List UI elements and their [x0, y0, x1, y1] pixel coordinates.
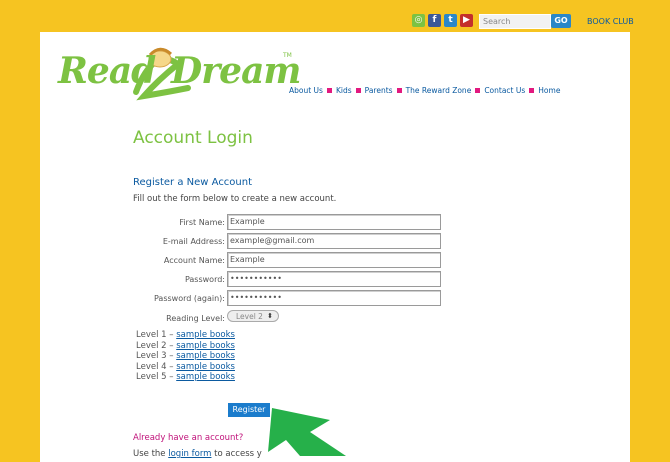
read-2-dream-logo[interactable]: Read Dream TM	[58, 42, 302, 102]
content-panel: Read Dream TM About Us Kids Parents The Rew…	[40, 32, 630, 462]
level-row: Level 2 – sample books	[136, 341, 235, 352]
level-label: Level 1 –	[136, 330, 177, 340]
password-again-row: Password (again): •••••••••••	[40, 290, 630, 306]
nav-separator	[475, 88, 481, 93]
password-label: Password:	[184, 275, 225, 284]
nav-separator	[529, 88, 535, 93]
sample-books-link[interactable]: sample books	[176, 362, 235, 372]
main-nav: About Us Kids Parents The Reward Zone Contac…	[289, 86, 560, 95]
sample-books-link[interactable]: sample books	[176, 372, 235, 382]
logo-trademark: TM	[283, 52, 292, 59]
first-name-label: First Name:	[179, 218, 225, 227]
reading-level-label: Reading Level:	[166, 314, 225, 323]
login-text-before: Use the	[133, 449, 169, 459]
page-title: Account Login	[133, 128, 253, 148]
login-text-after: to access y	[211, 449, 262, 459]
nav-item-home[interactable]: Home	[538, 86, 560, 95]
account-name-label: Account Name:	[163, 256, 225, 265]
form-description: Fill out the form below to create a new …	[133, 194, 337, 204]
top-bar: ◎ f t ▶ Search GO BOOK CLUB	[0, 0, 670, 32]
already-have-account-heading: Already have an account?	[133, 433, 244, 443]
password-field[interactable]: •••••••••••	[227, 271, 441, 287]
rss-icon[interactable]: ◎	[412, 14, 425, 27]
account-name-row: Account Name: Example	[40, 252, 630, 268]
login-form-link[interactable]: login form	[168, 449, 211, 459]
sample-books-link[interactable]: sample books	[176, 330, 235, 340]
password-row: Password: •••••••••••	[40, 271, 630, 287]
first-name-field[interactable]: Example	[227, 214, 441, 230]
account-name-field[interactable]: Example	[227, 252, 441, 268]
password-again-label: Password (again):	[153, 294, 225, 303]
level-row: Level 4 – sample books	[136, 362, 235, 373]
nav-item-parents[interactable]: Parents	[365, 86, 393, 95]
login-instruction: Use the login form to access y	[133, 449, 262, 459]
facebook-icon[interactable]: f	[428, 14, 441, 27]
nav-item-about-us[interactable]: About Us	[289, 86, 323, 95]
level-label: Level 5 –	[136, 372, 177, 382]
level-label: Level 4 –	[136, 361, 177, 372]
reading-level-select[interactable]: Level 2 ⬍	[227, 310, 279, 322]
youtube-icon[interactable]: ▶	[460, 14, 473, 27]
level-row: Level 3 – sample books	[136, 351, 235, 362]
nav-separator	[326, 88, 332, 93]
first-name-row: First Name: Example	[40, 214, 630, 230]
sample-books-link[interactable]: sample books	[176, 341, 235, 351]
level-samples-list: Level 1 – sample books Level 2 – sample b…	[136, 330, 235, 383]
search-input[interactable]: Search	[479, 14, 551, 29]
logo-word-read: Read	[58, 50, 156, 92]
email-field[interactable]: example@gmail.com	[227, 233, 441, 249]
password-again-field[interactable]: •••••••••••	[227, 290, 441, 306]
social-icons: ◎ f t ▶	[412, 14, 473, 27]
nav-item-the-reward-zone[interactable]: The Reward Zone	[406, 86, 472, 95]
twitter-icon[interactable]: t	[444, 14, 457, 27]
reading-level-row: Reading Level: Level 2 ⬍	[40, 310, 630, 326]
nav-item-kids[interactable]: Kids	[336, 86, 352, 95]
register-button[interactable]: Register	[228, 403, 270, 417]
sample-books-link[interactable]: sample books	[176, 351, 235, 361]
search-go-button[interactable]: GO	[551, 14, 571, 28]
level-row: Level 1 – sample books	[136, 330, 235, 341]
select-arrows-icon: ⬍	[267, 312, 273, 320]
nav-separator	[355, 88, 361, 93]
reading-level-value: Level 2	[236, 312, 263, 321]
level-label: Level 3 –	[136, 351, 177, 361]
email-row: E-mail Address: example@gmail.com	[40, 233, 630, 249]
nav-item-contact-us[interactable]: Contact Us	[484, 86, 525, 95]
level-label: Level 2 –	[136, 340, 177, 351]
email-label: E-mail Address:	[162, 237, 225, 246]
nav-separator	[396, 88, 402, 93]
logo-word-dream: Dream	[171, 50, 302, 92]
level-row: Level 5 – sample books	[136, 372, 235, 383]
section-heading: Register a New Account	[133, 177, 253, 188]
book-club-link[interactable]: BOOK CLUB	[587, 17, 634, 26]
